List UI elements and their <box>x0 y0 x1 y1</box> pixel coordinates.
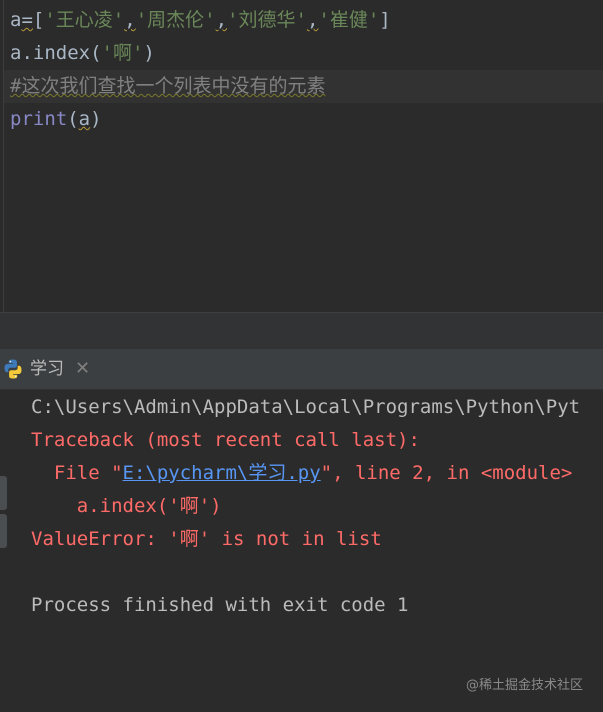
code-token: ) <box>90 108 102 130</box>
code-token: ) <box>143 42 155 64</box>
traceback-text: File " <box>31 462 123 484</box>
run-tab[interactable]: 学习 ✕ <box>0 349 100 389</box>
code-token: ( <box>67 108 79 130</box>
string-token: '啊' <box>101 42 144 64</box>
traceback-header: Traceback (most recent call last): <box>31 429 420 451</box>
console-side-button[interactable] <box>0 476 7 510</box>
string-token: '刘德华' <box>227 9 307 31</box>
code-token: [ <box>32 9 45 31</box>
string-token: '王心凌' <box>44 9 125 31</box>
traceback-file-line: File "E:\pycharm\学习.py", line 2, in <mod… <box>31 457 572 490</box>
code-token: = <box>21 9 33 31</box>
builtin-token: print <box>10 108 68 130</box>
console-command-line: C:\Users\Admin\AppData\Local\Programs\Py… <box>31 396 581 418</box>
code-line-2[interactable]: a.index('啊') <box>10 37 155 70</box>
file-link[interactable]: E:\pycharm\学习.py <box>123 462 321 484</box>
watermark: @稀土掘金技术社区 <box>465 678 583 693</box>
string-token: '周杰伦' <box>135 9 216 31</box>
code-token: a <box>78 108 91 130</box>
traceback-text: ", line 2, in <module> <box>320 462 573 484</box>
code-token: ] <box>379 9 391 31</box>
run-tool-window-header: 学习 ✕ <box>0 349 603 390</box>
run-tab-label: 学习 <box>30 359 64 379</box>
code-token: a.index( <box>10 42 102 64</box>
code-token: , <box>306 9 319 31</box>
code-line-1[interactable]: a=['王心凌','周杰伦','刘德华','崔健'] <box>10 4 391 37</box>
string-token: '崔健' <box>318 9 380 31</box>
exit-status-line: Process finished with exit code 1 <box>31 594 409 616</box>
code-editor[interactable]: a=['王心凌','周杰伦','刘德华','崔健'] a.index('啊') … <box>0 0 603 312</box>
error-message: ValueError: '啊' is not in list <box>31 528 382 550</box>
code-token: , <box>215 9 228 31</box>
code-line-4[interactable]: print(a) <box>10 103 102 136</box>
code-line-3-current[interactable]: #这次我们查找一个列表中没有的元素 <box>4 70 603 103</box>
comment-token: #这次我们查找一个列表中没有的元素 <box>10 75 326 97</box>
panel-splitter[interactable] <box>0 312 603 350</box>
close-icon[interactable]: ✕ <box>75 349 90 389</box>
code-token: , <box>124 9 136 31</box>
console-side-button[interactable] <box>0 514 7 548</box>
traceback-code-line: a.index('啊') <box>31 495 222 517</box>
python-icon <box>4 359 22 379</box>
editor-gutter <box>3 0 4 312</box>
run-console[interactable]: C:\Users\Admin\AppData\Local\Programs\Py… <box>0 390 603 712</box>
code-token: a <box>10 9 22 31</box>
